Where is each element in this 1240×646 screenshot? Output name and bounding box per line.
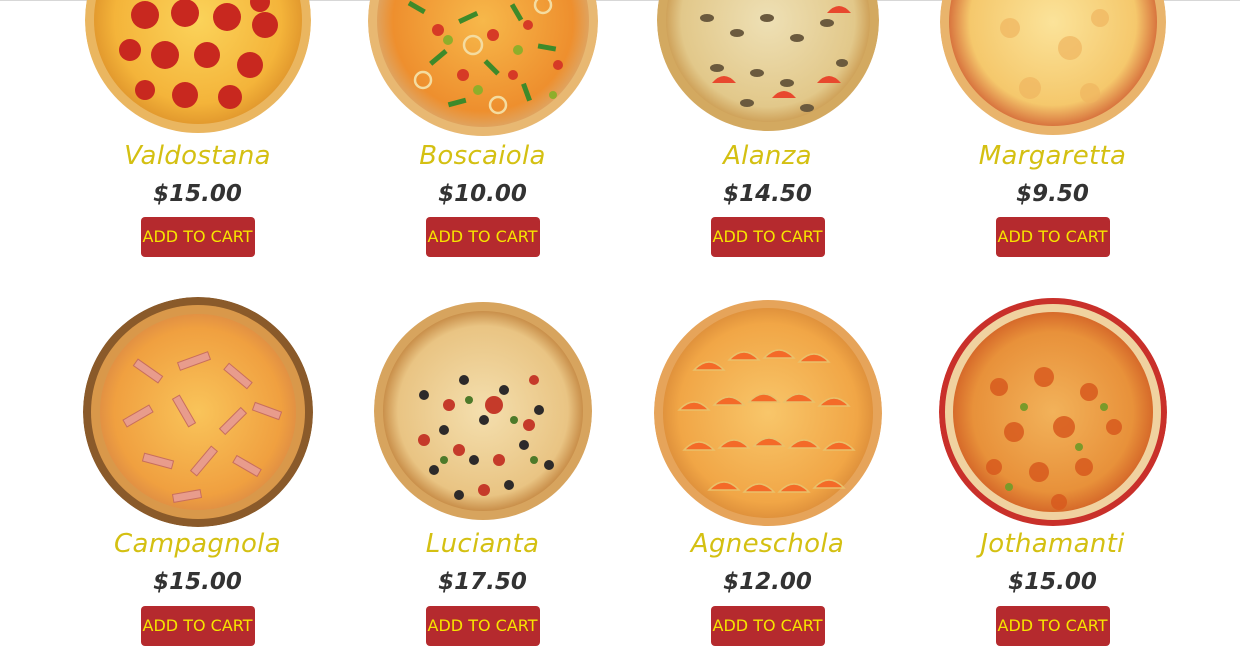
product-price: $15.00 bbox=[1008, 569, 1097, 595]
pizza-image[interactable] bbox=[938, 297, 1167, 527]
product-grid: Valdostana $15.00 ADD TO CART Boscaiola … bbox=[0, 0, 1240, 646]
add-to-cart-button[interactable]: ADD TO CART bbox=[425, 606, 540, 646]
product-price: $17.50 bbox=[438, 569, 527, 595]
product-name[interactable]: Valdostana bbox=[55, 141, 340, 171]
product-price: $14.50 bbox=[723, 181, 812, 207]
product-price: $10.00 bbox=[438, 181, 527, 207]
pizza-image[interactable] bbox=[653, 300, 882, 526]
add-to-cart-button[interactable]: ADD TO CART bbox=[995, 606, 1110, 646]
product-price: $12.00 bbox=[723, 569, 812, 595]
add-to-cart-button[interactable]: ADD TO CART bbox=[710, 217, 825, 257]
pizza-image[interactable] bbox=[939, 0, 1166, 136]
pizza-image[interactable] bbox=[373, 300, 592, 522]
add-to-cart-button[interactable]: ADD TO CART bbox=[140, 217, 255, 257]
pizza-image[interactable] bbox=[82, 297, 313, 527]
pizza-image[interactable] bbox=[656, 0, 879, 132]
product-price: $15.00 bbox=[153, 181, 242, 207]
pizza-image[interactable] bbox=[84, 0, 311, 135]
product-name[interactable]: Alanza bbox=[625, 141, 910, 171]
add-to-cart-button[interactable]: ADD TO CART bbox=[425, 217, 540, 257]
add-to-cart-button[interactable]: ADD TO CART bbox=[995, 217, 1110, 257]
product-name[interactable]: Boscaiola bbox=[340, 141, 625, 171]
product-name[interactable]: Lucianta bbox=[340, 529, 625, 559]
product-name[interactable]: Jothamanti bbox=[910, 529, 1195, 559]
add-to-cart-button[interactable]: ADD TO CART bbox=[710, 606, 825, 646]
product-name[interactable]: Agneschola bbox=[625, 529, 910, 559]
pizza-image[interactable] bbox=[367, 0, 598, 137]
product-price: $9.50 bbox=[1016, 181, 1089, 207]
add-to-cart-button[interactable]: ADD TO CART bbox=[140, 606, 255, 646]
product-name[interactable]: Campagnola bbox=[55, 529, 340, 559]
product-name[interactable]: Margaretta bbox=[910, 141, 1195, 171]
product-price: $15.00 bbox=[153, 569, 242, 595]
